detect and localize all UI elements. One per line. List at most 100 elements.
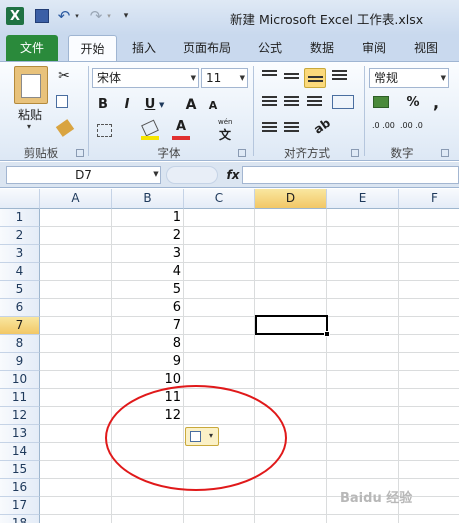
customize-quick-access-icon[interactable]: ▾ [119, 9, 133, 23]
tab-review[interactable]: 审阅 [356, 35, 392, 61]
align-middle-icon[interactable] [284, 73, 299, 81]
fill-color-icon[interactable] [141, 119, 159, 137]
row-header-4[interactable]: 4 [0, 263, 40, 281]
clipboard-launcher-icon[interactable] [76, 149, 84, 157]
underline-dropdown-icon[interactable]: ▼ [159, 101, 164, 109]
row-header-11[interactable]: 11 [0, 389, 40, 407]
italic-button[interactable]: I [120, 97, 134, 112]
align-bottom-icon[interactable] [308, 76, 323, 84]
tab-data[interactable]: 数据 [304, 35, 340, 61]
merge-center-icon[interactable] [332, 95, 354, 109]
column-header-e[interactable]: E [327, 189, 399, 209]
tab-formulas[interactable]: 公式 [252, 35, 288, 61]
font-size-value: 11 [206, 71, 222, 85]
decrease-decimal-button[interactable]: .00 .0 [400, 122, 424, 130]
formula-bar-splitter[interactable] [166, 166, 218, 184]
row-header-17[interactable]: 17 [0, 497, 40, 515]
copy-icon[interactable] [56, 95, 68, 108]
align-left-icon[interactable] [262, 96, 277, 108]
row-header-10[interactable]: 10 [0, 371, 40, 389]
undo-icon[interactable]: ↶ [56, 7, 72, 25]
row-header-14[interactable]: 14 [0, 443, 40, 461]
row-header-13[interactable]: 13 [0, 425, 40, 443]
increase-decimal-button[interactable]: .0 .00 [372, 122, 396, 130]
orientation-icon[interactable]: ab [311, 116, 333, 137]
cell-b9[interactable]: 9 [112, 353, 184, 371]
row-header-6[interactable]: 6 [0, 299, 40, 317]
comma-button[interactable]: , [431, 93, 441, 112]
column-header-a[interactable]: A [40, 189, 112, 209]
name-box[interactable]: D7 [6, 166, 161, 184]
grow-font-button[interactable]: A [184, 97, 198, 113]
cell-b3[interactable]: 3 [112, 245, 184, 263]
bold-button[interactable]: B [96, 97, 110, 112]
cell-b5[interactable]: 5 [112, 281, 184, 299]
tab-view[interactable]: 视图 [408, 35, 444, 61]
format-painter-icon[interactable] [55, 119, 75, 137]
increase-indent-icon[interactable] [284, 122, 299, 134]
column-header-d[interactable]: D [255, 189, 327, 209]
number-format-combo[interactable]: 常规 ▼ [369, 68, 449, 88]
percent-button[interactable]: % [406, 95, 420, 110]
tab-file[interactable]: 文件 [6, 35, 58, 61]
borders-icon[interactable] [97, 124, 112, 137]
formula-input[interactable] [242, 166, 459, 184]
row-header-3[interactable]: 3 [0, 245, 40, 263]
wrap-text-icon[interactable] [332, 70, 347, 82]
align-right-icon[interactable] [307, 96, 322, 108]
chevron-down-icon[interactable]: ▼ [152, 169, 160, 179]
alignment-launcher-icon[interactable] [351, 149, 359, 157]
insert-function-icon[interactable]: fx [226, 168, 240, 182]
cell-b2[interactable]: 2 [112, 227, 184, 245]
tab-insert[interactable]: 插入 [126, 35, 162, 61]
excel-logo-icon[interactable]: X [6, 7, 24, 25]
spreadsheet-grid[interactable]: ABCDEF 1 2 3 4 5 6 7 8 9 10 11 12 13 14 15 16 17 18 12345… [0, 189, 459, 523]
font-name-combo[interactable]: 宋体 ▼ [92, 68, 199, 88]
font-launcher-icon[interactable] [238, 149, 246, 157]
row-header-2[interactable]: 2 [0, 227, 40, 245]
active-cell-d7[interactable] [255, 315, 328, 335]
cell-b1[interactable]: 1 [112, 209, 184, 227]
save-icon[interactable] [35, 9, 49, 23]
chevron-down-icon[interactable]: ▼ [240, 69, 245, 87]
align-top-icon[interactable] [262, 70, 277, 78]
column-header-c[interactable]: C [184, 189, 255, 209]
font-color-button[interactable]: A [174, 119, 188, 134]
align-center-icon[interactable] [284, 96, 299, 108]
paste-dropdown-icon[interactable]: ▾ [27, 122, 31, 131]
row-header-15[interactable]: 15 [0, 461, 40, 479]
accounting-format-icon[interactable] [373, 96, 389, 108]
tab-home[interactable]: 开始 [68, 35, 117, 61]
column-header-b[interactable]: B [112, 189, 184, 209]
font-size-combo[interactable]: 11 ▼ [201, 68, 248, 88]
fill-handle[interactable] [324, 331, 330, 337]
paste-button[interactable]: 粘贴 [18, 106, 48, 123]
column-header-f[interactable]: F [399, 189, 459, 209]
chevron-down-icon[interactable]: ▼ [441, 69, 446, 87]
tab-page-layout[interactable]: 页面布局 [176, 35, 238, 61]
cut-icon[interactable]: ✂ [56, 68, 72, 84]
number-launcher-icon[interactable] [441, 149, 449, 157]
cell-b8[interactable]: 8 [112, 335, 184, 353]
row-header-8[interactable]: 8 [0, 335, 40, 353]
cell-b6[interactable]: 6 [112, 299, 184, 317]
row-header-16[interactable]: 16 [0, 479, 40, 497]
redo-icon[interactable]: ↷ [88, 7, 104, 25]
row-header-1[interactable]: 1 [0, 209, 40, 227]
row-header-9[interactable]: 9 [0, 353, 40, 371]
phonetic-guide-button[interactable]: 文 [217, 126, 233, 143]
font-name-value: 宋体 [97, 71, 122, 85]
chevron-down-icon[interactable]: ▼ [191, 69, 196, 87]
cell-b7[interactable]: 7 [112, 317, 184, 335]
undo-dropdown-icon[interactable]: ▾ [73, 11, 81, 21]
underline-button[interactable]: U [143, 97, 157, 112]
row-header-18[interactable]: 18 [0, 515, 40, 523]
row-header-7[interactable]: 7 [0, 317, 40, 335]
shrink-font-button[interactable]: A [206, 99, 220, 112]
row-header-5[interactable]: 5 [0, 281, 40, 299]
redo-dropdown-icon[interactable]: ▾ [105, 11, 113, 21]
select-all-corner[interactable] [0, 189, 40, 209]
decrease-indent-icon[interactable] [262, 122, 277, 134]
cell-b4[interactable]: 4 [112, 263, 184, 281]
row-header-12[interactable]: 12 [0, 407, 40, 425]
